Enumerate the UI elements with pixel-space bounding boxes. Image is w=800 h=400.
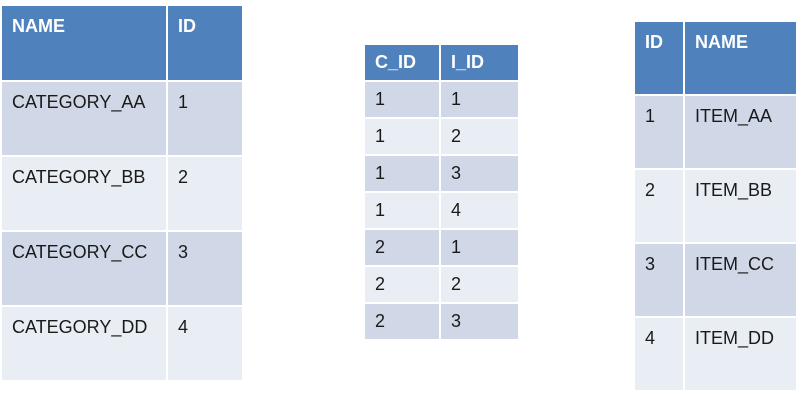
cell-c-id: 2 <box>363 265 441 304</box>
cell-name: ITEM_AA <box>683 94 798 170</box>
cell-i-id: 2 <box>439 117 520 156</box>
cell-name: CATEGORY_AA <box>0 80 168 157</box>
table-row: 3 ITEM_CC <box>633 242 798 318</box>
table-header-row: NAME ID <box>0 4 244 82</box>
table-row: 1 1 <box>363 80 520 119</box>
table-row: 2 2 <box>363 265 520 304</box>
cell-name: ITEM_CC <box>683 242 798 318</box>
table-row: 2 1 <box>363 228 520 267</box>
cell-id: 2 <box>166 155 244 232</box>
table-row: CATEGORY_DD 4 <box>0 305 244 382</box>
cell-i-id: 3 <box>439 302 520 341</box>
items-table: ID NAME 1 ITEM_AA 2 ITEM_BB 3 ITEM_CC 4 … <box>633 20 798 392</box>
cell-name: CATEGORY_DD <box>0 305 168 382</box>
cell-c-id: 1 <box>363 154 441 193</box>
column-header-name: NAME <box>0 4 168 82</box>
table-header-row: ID NAME <box>633 20 798 96</box>
cell-id: 4 <box>633 316 685 392</box>
column-header-c-id: C_ID <box>363 43 441 82</box>
mapping-table: C_ID I_ID 1 1 1 2 1 3 1 4 2 1 2 2 2 3 <box>363 43 520 341</box>
cell-i-id: 1 <box>439 228 520 267</box>
cell-c-id: 2 <box>363 228 441 267</box>
table-row: 2 ITEM_BB <box>633 168 798 244</box>
cell-c-id: 1 <box>363 191 441 230</box>
table-row: CATEGORY_BB 2 <box>0 155 244 232</box>
cell-name: ITEM_DD <box>683 316 798 392</box>
cell-c-id: 1 <box>363 80 441 119</box>
cell-name: ITEM_BB <box>683 168 798 244</box>
column-header-name: NAME <box>683 20 798 96</box>
cell-id: 4 <box>166 305 244 382</box>
cell-id: 3 <box>633 242 685 318</box>
cell-i-id: 3 <box>439 154 520 193</box>
cell-id: 2 <box>633 168 685 244</box>
cell-id: 1 <box>166 80 244 157</box>
table-row: 1 ITEM_AA <box>633 94 798 170</box>
cell-i-id: 1 <box>439 80 520 119</box>
cell-id: 3 <box>166 230 244 307</box>
cell-i-id: 4 <box>439 191 520 230</box>
table-row: CATEGORY_AA 1 <box>0 80 244 157</box>
cell-c-id: 1 <box>363 117 441 156</box>
categories-table: NAME ID CATEGORY_AA 1 CATEGORY_BB 2 CATE… <box>0 4 244 382</box>
column-header-i-id: I_ID <box>439 43 520 82</box>
cell-name: CATEGORY_CC <box>0 230 168 307</box>
table-row: CATEGORY_CC 3 <box>0 230 244 307</box>
cell-c-id: 2 <box>363 302 441 341</box>
column-header-id: ID <box>166 4 244 82</box>
table-row: 4 ITEM_DD <box>633 316 798 392</box>
table-header-row: C_ID I_ID <box>363 43 520 82</box>
column-header-id: ID <box>633 20 685 96</box>
cell-id: 1 <box>633 94 685 170</box>
table-row: 2 3 <box>363 302 520 341</box>
table-row: 1 2 <box>363 117 520 156</box>
cell-i-id: 2 <box>439 265 520 304</box>
table-row: 1 4 <box>363 191 520 230</box>
table-row: 1 3 <box>363 154 520 193</box>
cell-name: CATEGORY_BB <box>0 155 168 232</box>
